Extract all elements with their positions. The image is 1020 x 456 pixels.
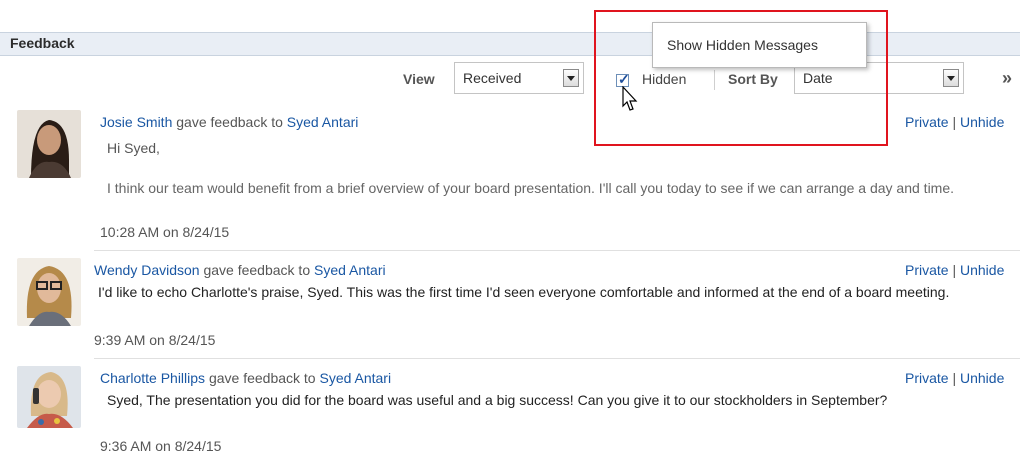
feedback-verb: gave feedback to (203, 262, 311, 278)
feedback-actions: Private | Unhide (905, 262, 1004, 278)
chevron-down-icon[interactable] (563, 69, 579, 87)
action-separator: | (952, 262, 957, 278)
feedback-message: Syed, The presentation you did for the b… (107, 392, 888, 408)
feedback-heading: Wendy Davidson gave feedback to Syed Ant… (94, 262, 386, 278)
entry-divider (94, 250, 1020, 251)
avatar[interactable] (17, 366, 81, 428)
author-link[interactable]: Josie Smith (100, 114, 172, 130)
feedback-message: I think our team would benefit from a br… (107, 180, 955, 196)
feedback-timestamp: 9:39 AM on 8/24/15 (94, 332, 216, 348)
action-separator: | (952, 114, 957, 130)
private-link[interactable]: Private (905, 370, 949, 386)
panel-title: Feedback (10, 35, 75, 51)
feedback-heading: Charlotte Phillips gave feedback to Syed… (100, 370, 391, 386)
unhide-link[interactable]: Unhide (960, 114, 1004, 130)
feedback-timestamp: 10:28 AM on 8/24/15 (100, 224, 230, 240)
feedback-actions: Private | Unhide (905, 114, 1004, 130)
avatar[interactable] (17, 110, 81, 178)
view-label: View (403, 71, 435, 87)
private-link[interactable]: Private (905, 262, 949, 278)
unhide-link[interactable]: Unhide (960, 262, 1004, 278)
feedback-greeting: Hi Syed, (107, 140, 160, 156)
mouse-pointer-icon (622, 86, 638, 111)
chevron-down-icon[interactable] (943, 69, 959, 87)
feedback-timestamp: 9:36 AM on 8/24/15 (100, 438, 222, 454)
feedback-message: I'd like to echo Charlotte's praise, Sye… (98, 284, 950, 300)
more-options-icon[interactable]: » (1002, 68, 1012, 89)
feedback-entry: Wendy Davidson gave feedback to Syed Ant… (0, 258, 1020, 358)
author-link[interactable]: Charlotte Phillips (100, 370, 205, 386)
view-select[interactable]: Received (454, 62, 584, 94)
author-link[interactable]: Wendy Davidson (94, 262, 200, 278)
feedback-verb: gave feedback to (208, 370, 316, 386)
feedback-heading: Josie Smith gave feedback to Syed Antari (100, 114, 358, 130)
recipient-link[interactable]: Syed Antari (319, 370, 391, 386)
feedback-verb: gave feedback to (176, 114, 283, 130)
action-separator: | (952, 370, 957, 386)
feedback-entry: Josie Smith gave feedback to Syed Antari… (0, 110, 1020, 250)
recipient-link[interactable]: Syed Antari (314, 262, 386, 278)
feedback-entry: Charlotte Phillips gave feedback to Syed… (0, 366, 1020, 456)
recipient-link[interactable]: Syed Antari (287, 114, 359, 130)
feedback-actions: Private | Unhide (905, 370, 1004, 386)
view-select-value: Received (463, 70, 522, 86)
avatar[interactable] (17, 258, 81, 326)
unhide-link[interactable]: Unhide (960, 370, 1004, 386)
private-link[interactable]: Private (905, 114, 949, 130)
entry-divider (94, 358, 1020, 359)
